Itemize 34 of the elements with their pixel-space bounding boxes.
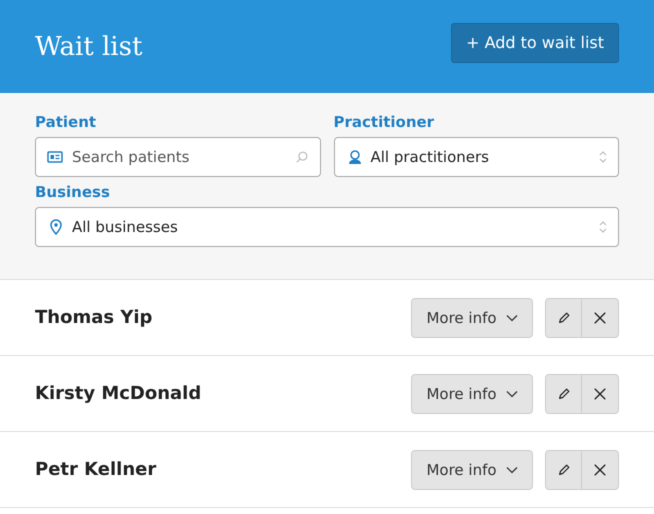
location-pin-icon [48, 219, 64, 235]
more-info-button[interactable]: More info [411, 450, 533, 490]
delete-button[interactable] [582, 450, 619, 490]
patient-name: Thomas Yip [35, 307, 154, 328]
chevron-down-icon [506, 466, 518, 474]
practitioner-select[interactable]: All practitioners [334, 137, 619, 177]
add-to-wait-list-button[interactable]: + Add to wait list [451, 22, 619, 62]
more-info-button[interactable]: More info [411, 374, 533, 414]
sort-arrows-icon [598, 219, 608, 235]
search-field[interactable]: Search patients [35, 137, 320, 177]
patient-name: Kirsty McDonald [35, 383, 202, 404]
close-icon [593, 386, 607, 400]
patient-name: Petr Kellner [35, 459, 158, 480]
chevron-down-icon [506, 314, 518, 322]
edit-button[interactable] [545, 298, 582, 338]
pencil-icon [556, 386, 570, 400]
pencil-icon [556, 462, 570, 476]
sort-arrows-icon [598, 149, 608, 165]
pencil-icon [556, 310, 570, 324]
delete-button[interactable] [582, 298, 619, 338]
edit-button[interactable] [545, 374, 582, 414]
delete-button[interactable] [582, 374, 619, 414]
search-icon [294, 150, 308, 164]
field-label: Business [35, 183, 111, 201]
chevron-down-icon [506, 390, 518, 398]
field-label: Practitioner [334, 113, 436, 131]
person-icon [346, 149, 362, 165]
more-info-button[interactable]: More info [411, 298, 533, 338]
page-title: Wait list [35, 32, 142, 62]
close-icon [593, 310, 607, 324]
edit-button[interactable] [545, 450, 582, 490]
close-icon [593, 462, 607, 476]
field-label: Patient [35, 113, 98, 131]
business-select[interactable]: All businesses [35, 207, 619, 247]
